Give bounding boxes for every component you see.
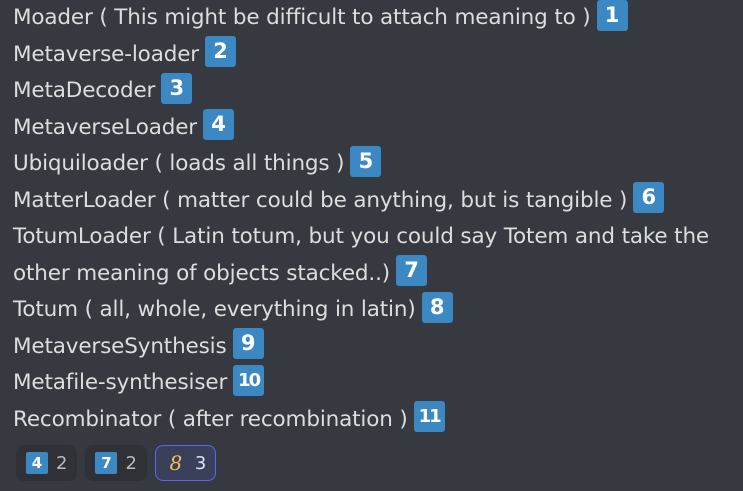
message-content: Moader ( This might be difficult to atta… [13,0,738,438]
keycap-7-icon: 7 [95,452,118,474]
keycap-1-icon: 1 [596,0,628,31]
option-line-6: MatterLoader ( matter could be anything,… [13,182,738,220]
eight-icon: 8 [169,451,183,475]
option-text: MetaverseLoader [13,114,197,140]
keycap-11-icon: 11 [413,401,445,432]
keycap-2-icon: 2 [204,36,236,67]
option-line-3: MetaDecoder 3 [13,72,738,110]
reaction-button-4[interactable]: 4 2 [16,445,78,481]
keycap-4-icon: 4 [203,109,234,140]
keycap-6-icon: 6 [633,182,665,213]
option-text: Moader ( This might be difficult to atta… [13,5,591,30]
keycap-3-icon: 3 [161,72,193,104]
option-text: MetaDecoder [13,78,156,103]
reactions-bar: 4 2 7 2 8 3 [16,445,217,481]
option-line-2: Metaverse-loader 2 [13,36,738,74]
option-line-10: Metafile-synthesiser 10 [13,364,738,402]
option-line-8: Totum ( all, whole, everything in latin)… [13,291,738,329]
option-line-7: TotumLoader ( Latin totum, but you could… [13,219,738,292]
option-line-9: MetaverseSynthesis 9 [13,328,738,366]
option-text: Recombinator ( after recombination ) [13,406,408,432]
option-text: Ubiquiloader ( loads all things ) [13,151,345,176]
option-text: Metaverse-loader [13,41,199,67]
keycap-9-icon: 9 [232,328,264,359]
reaction-count: 2 [56,452,68,474]
option-line-5: Ubiquiloader ( loads all things ) 5 [13,145,738,183]
option-line-11: Recombinator ( after recombination ) 11 [13,401,738,439]
option-text: MetaverseSynthesis [13,333,227,359]
option-text: Metafile-synthesiser [13,370,228,395]
keycap-10-icon: 10 [233,364,265,396]
keycap-8-icon: 8 [421,291,453,323]
reaction-button-8[interactable]: 8 3 [154,445,217,481]
option-text: Totum ( all, whole, everything in latin) [13,297,416,322]
option-text: MatterLoader ( matter could be anything,… [13,187,628,213]
option-text: TotumLoader ( Latin totum, but you could… [13,224,710,286]
keycap-5-icon: 5 [350,145,382,177]
option-line-1: Moader ( This might be difficult to atta… [13,0,738,37]
reaction-button-7[interactable]: 7 2 [85,445,147,481]
reaction-count: 3 [194,452,207,474]
keycap-4-icon: 4 [26,452,48,474]
keycap-7-icon: 7 [396,255,428,286]
reaction-count: 2 [125,452,137,474]
option-line-4: MetaverseLoader 4 [13,109,738,147]
